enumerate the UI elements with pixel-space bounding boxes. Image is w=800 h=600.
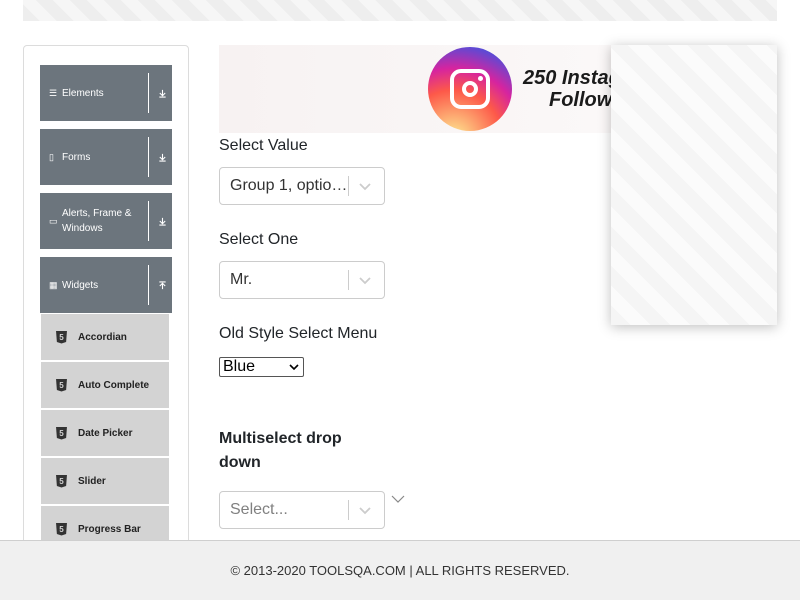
group-divider <box>148 73 149 113</box>
multiselect-dropdown[interactable]: Select... <box>219 491 385 529</box>
sidebar-item-auto-complete[interactable]: 5 Auto Complete <box>41 362 169 408</box>
left-sidebar: ☰ Elements ▯ Forms ▭ Alerts, Frame & Win… <box>23 45 189 565</box>
side-ad-panel[interactable] <box>611 45 777 325</box>
sidebar-item-label: Slider <box>78 475 106 487</box>
select-value-text: Group 1, option 1 <box>230 177 348 194</box>
multiselect-label: Multiselect drop down <box>219 430 342 471</box>
indicator-separator <box>348 500 349 520</box>
instagram-logo-icon <box>428 47 512 131</box>
old-style-select[interactable]: Blue <box>219 357 304 377</box>
sidebar-group-label: Forms <box>62 151 91 163</box>
sidebar-group-alerts-frame-windows[interactable]: ▭ Alerts, Frame & Windows <box>40 193 172 249</box>
chevron-down-icon[interactable] <box>358 503 372 517</box>
down-arrow-icon[interactable] <box>152 129 172 185</box>
chevron-down-icon[interactable] <box>391 494 405 504</box>
chevron-down-icon[interactable] <box>358 273 372 287</box>
sidebar-group-label: Alerts, Frame & Windows <box>62 208 132 234</box>
down-arrow-icon[interactable] <box>152 65 172 121</box>
indicator-separator <box>348 270 349 290</box>
sidebar-item-label: Progress Bar <box>78 523 141 535</box>
instagram-ad-banner[interactable]: 250 Instag Followe <box>219 45 611 133</box>
sidebar-item-label: Accordian <box>78 331 127 343</box>
html5-icon: 5 <box>56 426 67 440</box>
copyright-text: © 2013-2020 TOOLSQA.COM | ALL RIGHTS RES… <box>230 563 570 578</box>
group-divider <box>148 137 149 177</box>
list-icon: ☰ <box>49 87 58 98</box>
sidebar-item-accordian[interactable]: 5 Accordian <box>41 314 169 360</box>
old-select-label: Old Style Select Menu <box>219 325 378 342</box>
footer: © 2013-2020 TOOLSQA.COM | ALL RIGHTS RES… <box>0 540 800 600</box>
grid-icon: ▦ <box>49 279 58 290</box>
select-value-dropdown[interactable]: Group 1, option 1 <box>219 167 385 205</box>
sidebar-group-label: Widgets <box>62 279 99 291</box>
select-one-text: Mr. <box>230 271 253 288</box>
html5-icon: 5 <box>56 474 67 488</box>
html5-icon: 5 <box>56 378 67 392</box>
sidebar-group-forms[interactable]: ▯ Forms <box>40 129 172 185</box>
html5-icon: 5 <box>56 522 67 536</box>
window-icon: ▭ <box>49 215 58 226</box>
old-select-value: Blue <box>223 358 256 375</box>
chevron-down-icon[interactable] <box>358 179 372 193</box>
indicator-separator <box>348 176 349 196</box>
ad-text: 250 Instag Followe <box>523 67 611 111</box>
top-ad-banner <box>23 0 777 21</box>
group-divider <box>148 201 149 241</box>
sidebar-item-label: Date Picker <box>78 427 133 439</box>
sidebar-group-label: Elements <box>62 87 104 99</box>
select-one-label: Select One <box>219 231 299 248</box>
sidebar-item-label: Auto Complete <box>78 379 150 391</box>
down-arrow-icon[interactable] <box>152 193 172 249</box>
multiselect-placeholder: Select... <box>230 501 288 518</box>
up-arrow-icon[interactable] <box>152 257 172 313</box>
select-value-label: Select Value <box>219 137 308 154</box>
chevron-down-icon <box>289 364 299 371</box>
sidebar-item-date-picker[interactable]: 5 Date Picker <box>41 410 169 456</box>
sidebar-group-elements[interactable]: ☰ Elements <box>40 65 172 121</box>
sidebar-item-slider[interactable]: 5 Slider <box>41 458 169 504</box>
html5-icon: 5 <box>56 330 67 344</box>
group-divider <box>148 265 149 305</box>
document-icon: ▯ <box>49 151 54 162</box>
sidebar-group-widgets[interactable]: ▦ Widgets <box>40 257 172 313</box>
select-one-dropdown[interactable]: Mr. <box>219 261 385 299</box>
